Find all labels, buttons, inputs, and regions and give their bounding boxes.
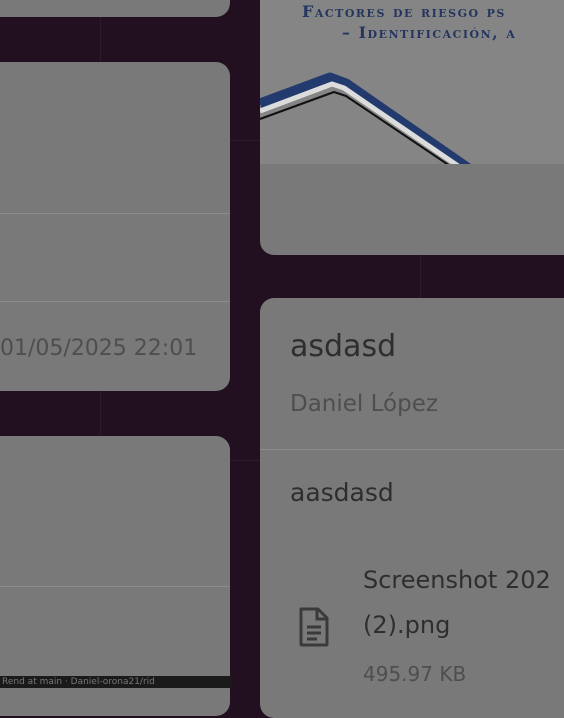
attachment-size: 495.97 KB (363, 662, 467, 686)
banner-shape (260, 72, 471, 164)
post-title: asdasd (290, 329, 397, 364)
left-card-bottom[interactable] (0, 436, 230, 716)
post-author: Daniel López (290, 391, 438, 417)
attachment-name-line1: Screenshot 202 (363, 566, 551, 594)
status-bar: Rend at main · Daniel-orona21/rid (0, 676, 232, 688)
card-divider (0, 586, 230, 587)
right-card-banner[interactable]: Factores de riesgo ps – Identificación, … (260, 0, 564, 255)
attachment-name-line2: (2).png (363, 611, 451, 639)
card-divider (260, 449, 564, 450)
left-card-middle[interactable]: 01/05/2025 22:01 (0, 62, 230, 391)
post-body: aasdasd (290, 478, 394, 507)
file-document-icon (299, 607, 329, 647)
left-card-top[interactable] (0, 0, 230, 17)
post-banner-image[interactable]: Factores de riesgo ps – Identificación, … (260, 0, 564, 164)
post-timestamp: 01/05/2025 22:01 (0, 336, 198, 361)
right-card-post[interactable]: asdasd Daniel López aasdasd Screenshot 2… (260, 298, 564, 718)
card-divider (0, 213, 230, 214)
card-divider (0, 301, 230, 302)
